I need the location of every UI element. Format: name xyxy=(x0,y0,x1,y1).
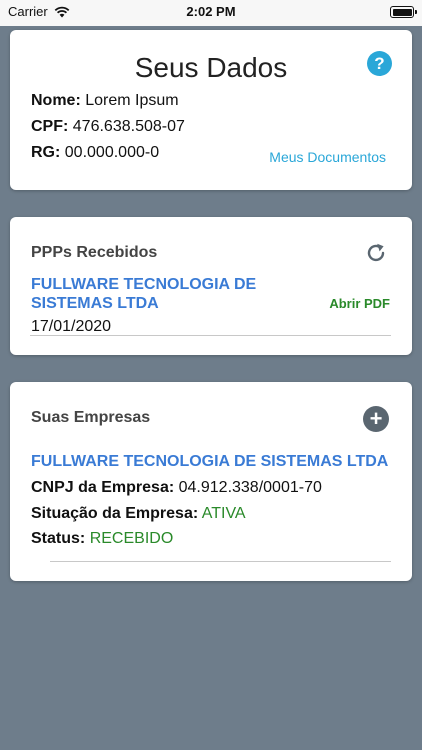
situacao-label: Situação da Empresa: xyxy=(31,505,199,522)
status-label: Status: xyxy=(31,530,86,547)
rg-value: 00.000.000-0 xyxy=(64,144,160,161)
card-title: Seus Dados xyxy=(134,52,288,83)
name-label: Nome: xyxy=(31,92,81,109)
cnpj-label: CNPJ da Empresa: xyxy=(31,479,175,496)
clock: 2:02 PM xyxy=(186,4,236,19)
cnpj-row: CNPJ da Empresa: 04.912.338/0001-70 xyxy=(31,479,322,497)
help-icon[interactable]: ? xyxy=(367,51,392,76)
status-value: RECEBIDO xyxy=(89,530,174,547)
rg-label: RG: xyxy=(31,144,61,161)
cpf-label: CPF: xyxy=(31,118,69,135)
status-row: Status: RECEBIDO xyxy=(31,530,173,548)
situacao-row: Situação da Empresa: ATIVA xyxy=(31,505,246,523)
refresh-icon[interactable] xyxy=(364,241,388,265)
name-row: Nome: Lorem Ipsum xyxy=(31,92,179,110)
open-pdf-button[interactable]: Abrir PDF xyxy=(329,296,390,311)
cnpj-value: 04.912.338/0001-70 xyxy=(178,479,322,496)
ppp-date: 17/01/2020 xyxy=(31,318,112,335)
rg-row: RG: 00.000.000-0 xyxy=(31,144,159,162)
cpf-row: CPF: 476.638.508-07 xyxy=(31,118,185,136)
ppp-received-card: PPPs Recebidos FULLWARE TECNOLOGIA DE SI… xyxy=(10,217,412,355)
situacao-value: ATIVA xyxy=(201,505,246,522)
status-bar: Carrier 2:02 PM xyxy=(0,0,422,26)
cpf-value: 476.638.508-07 xyxy=(72,118,185,135)
personal-data-card: Seus Dados ? Nome: Lorem Ipsum CPF: 476.… xyxy=(10,30,412,190)
section-title: Suas Empresas xyxy=(31,409,151,426)
my-documents-link[interactable]: Meus Documentos xyxy=(269,149,386,165)
ppp-company-line1[interactable]: FULLWARE TECNOLOGIA DE xyxy=(31,276,256,294)
name-value: Lorem Ipsum xyxy=(85,92,179,109)
divider xyxy=(30,335,391,336)
ppp-company-line2[interactable]: SISTEMAS LTDA xyxy=(31,295,159,313)
company-name[interactable]: FULLWARE TECNOLOGIA DE SISTEMAS LTDA xyxy=(31,453,388,471)
add-company-icon[interactable]: + xyxy=(363,406,389,432)
divider xyxy=(50,561,391,562)
battery-icon xyxy=(390,6,417,18)
section-title: PPPs Recebidos xyxy=(31,244,158,261)
companies-card: Suas Empresas + FULLWARE TECNOLOGIA DE S… xyxy=(10,382,412,581)
